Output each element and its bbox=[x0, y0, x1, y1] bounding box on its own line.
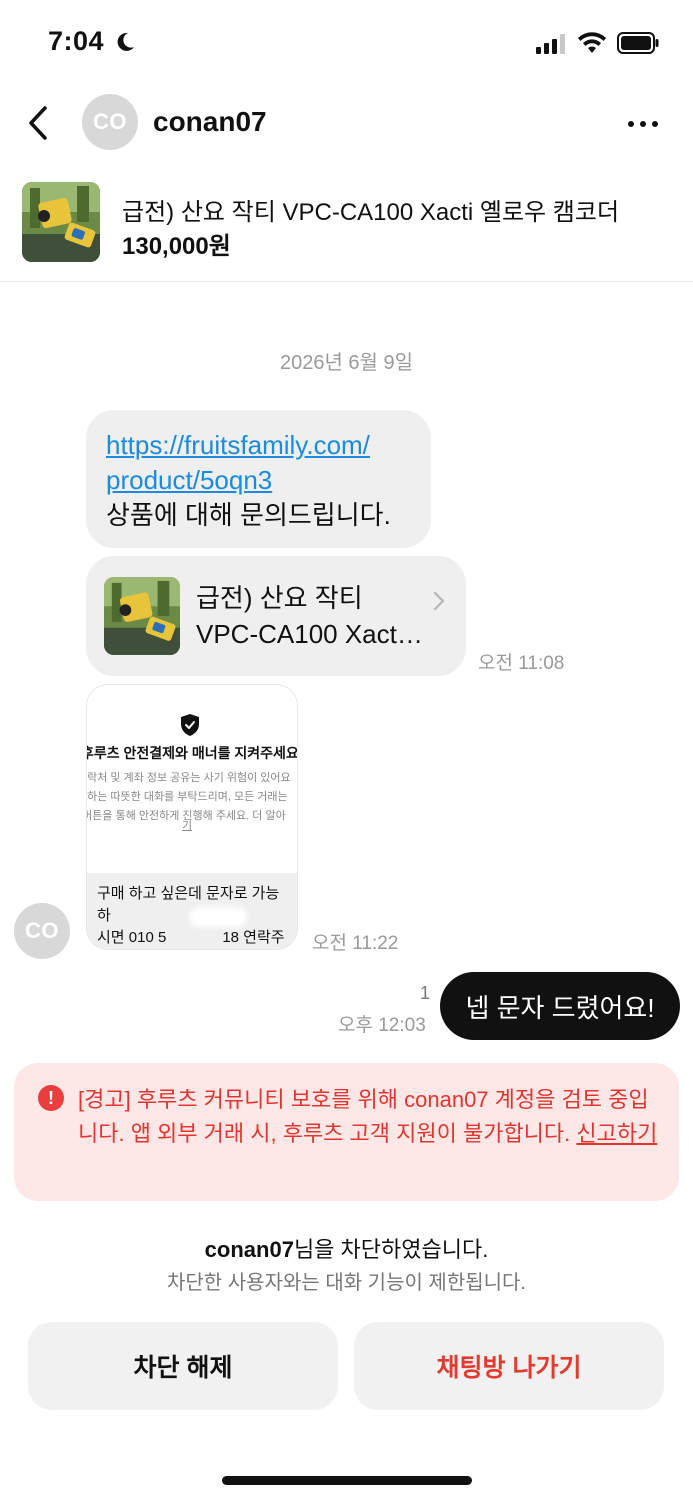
message-time: 오후 12:03 bbox=[338, 1015, 426, 1036]
wifi-icon bbox=[578, 32, 606, 53]
blocked-subtitle: 차단한 사용자와는 대화 기능이 제한됩니다. bbox=[167, 1272, 526, 1294]
status-bar: 7:04 bbox=[0, 0, 693, 88]
message-link[interactable]: https://fruitsfamily.com/ bbox=[106, 428, 411, 463]
message-bubble: https://fruitsfamily.com/ product/5oqn3 … bbox=[86, 410, 431, 548]
moon-icon bbox=[117, 32, 134, 51]
leave-chat-button[interactable]: 채팅방 나가기 bbox=[354, 1322, 664, 1410]
product-card-title-line1: 급전) 산요 작티 bbox=[196, 583, 363, 613]
alert-icon: ! bbox=[38, 1085, 64, 1111]
report-link[interactable]: 신고하기 bbox=[576, 1121, 657, 1146]
header-username[interactable]: conan07 bbox=[153, 106, 267, 138]
message-time: 오전 11:22 bbox=[312, 933, 399, 954]
safety-notice-card[interactable]: 후루츠 안전결제와 매너를 지켜주세요 연락처 및 계좌 정보 공유는 사기 위… bbox=[86, 684, 298, 950]
notice-line: 중하는 따뜻한 대화를 부탁드리며, 모든 거래는 bbox=[86, 791, 288, 803]
shield-check-icon bbox=[181, 714, 199, 736]
chat-header: CO conan07 bbox=[0, 88, 693, 160]
blocked-username: conan07 bbox=[204, 1237, 294, 1262]
warning-text: [경고] 후루츠 커뮤니티 보호를 위해 conan07 계정을 검토 중입니다… bbox=[78, 1083, 658, 1151]
sent-message-bubble: 넵 문자 드렸어요! bbox=[440, 972, 680, 1040]
product-title: 급전) 산요 작티 VPC-CA100 Xacti 옐로우 캠코더 bbox=[122, 199, 620, 226]
product-card-title-line2: VPC-CA100 Xacti 옐로우 캠코더 bbox=[196, 619, 426, 649]
redaction-blur bbox=[189, 907, 247, 927]
product-price: 130,000원 bbox=[122, 233, 231, 260]
notice-line: 연락처 및 계좌 정보 공유는 사기 위험이 있어요 bbox=[86, 772, 291, 784]
signal-icon bbox=[536, 34, 565, 54]
sent-message-text: 넵 문자 드렸어요! bbox=[465, 992, 655, 1023]
avatar[interactable]: CO bbox=[82, 94, 138, 150]
message-time: 오전 11:08 bbox=[478, 653, 565, 674]
product-card-title: 급전) 산요 작티 VPC-CA100 Xacti 옐로우 캠코더 bbox=[196, 580, 426, 652]
notice-message-line: 시면 010 5 bbox=[97, 929, 167, 946]
home-indicator[interactable] bbox=[222, 1476, 472, 1485]
unread-count: 1 bbox=[420, 983, 431, 1003]
sender-avatar[interactable]: CO bbox=[14, 903, 70, 959]
back-button[interactable] bbox=[20, 100, 60, 146]
product-card-thumbnail bbox=[104, 577, 180, 655]
status-time: 7:04 bbox=[48, 26, 105, 56]
chat-screen: 7:04 CO conan07 급전) 산요 작티 VPC-CA100 Xact… bbox=[0, 0, 693, 1500]
product-summary[interactable]: 급전) 산요 작티 VPC-CA100 Xacti 옐로우 캠코더 130,00… bbox=[0, 170, 693, 282]
chevron-right-icon bbox=[433, 591, 445, 611]
notice-learn-more-link[interactable]: 기 bbox=[182, 817, 192, 833]
back-arrow-icon bbox=[29, 106, 47, 140]
date-divider: 2026년 6월 9일 bbox=[279, 352, 414, 374]
battery-icon bbox=[617, 32, 659, 54]
product-thumbnail bbox=[22, 182, 100, 262]
warning-banner: ! [경고] 후루츠 커뮤니티 보호를 위해 conan07 계정을 검토 중입… bbox=[14, 1063, 679, 1201]
message-link-continued[interactable]: product/5oqn3 bbox=[106, 463, 411, 498]
blocked-notice-text: 님을 차단하였습니다. bbox=[293, 1237, 489, 1262]
warning-message: [경고] 후루츠 커뮤니티 보호를 위해 conan07 계정을 검토 중입니다… bbox=[78, 1087, 649, 1146]
more-horizontal-icon bbox=[628, 121, 658, 127]
more-options-button[interactable] bbox=[620, 106, 666, 142]
notice-title: 후루츠 안전결제와 매너를 지켜주세요 bbox=[86, 745, 298, 761]
unblock-button[interactable]: 차단 해제 bbox=[28, 1322, 338, 1410]
blocked-notice: conan07님을 차단하였습니다. bbox=[0, 1232, 693, 1264]
product-card-message[interactable]: 급전) 산요 작티 VPC-CA100 Xacti 옐로우 캠코더 bbox=[86, 556, 466, 676]
message-text: 상품에 대해 문의드립니다. bbox=[106, 500, 391, 530]
